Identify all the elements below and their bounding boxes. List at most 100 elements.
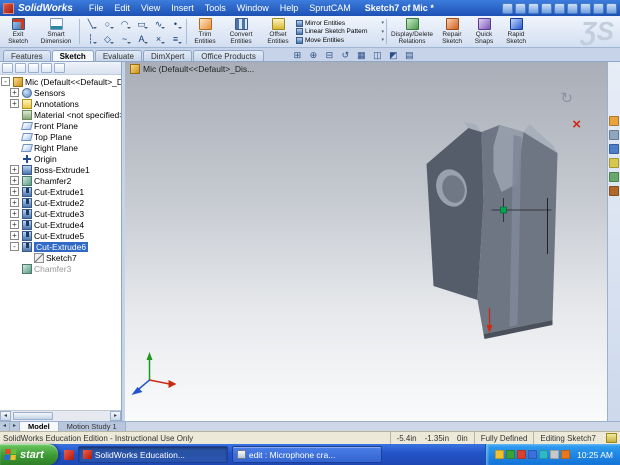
file-explorer-icon[interactable] [609,144,619,154]
tree-item-front-plane[interactable]: Front Plane [0,120,121,131]
tray-icon-5[interactable] [539,450,549,459]
scrollbar-thumb[interactable] [13,412,53,420]
menu-tools[interactable]: Tools [200,2,231,14]
scroll-left-icon[interactable]: ◂ [0,411,11,421]
expander-icon[interactable]: - [10,242,19,251]
expander-icon[interactable]: + [10,209,19,218]
hide-show-items-icon[interactable]: ▤ [403,49,416,61]
tree-item-cut-extrude6[interactable]: - Cut-Extrude6 [0,241,121,252]
trim-entities-button[interactable]: Trim Entities [189,17,221,46]
previous-view-icon[interactable]: ↺ [339,49,352,61]
menu-window[interactable]: Window [232,2,274,14]
convert-entities-button[interactable]: Convert Entities [222,17,260,46]
new-document-icon[interactable] [502,2,513,14]
expander-icon[interactable]: + [10,176,19,185]
print-icon[interactable] [541,2,552,14]
tree-item-sketch7[interactable]: Sketch7 [0,252,121,263]
zoom-area-icon[interactable]: ⊕ [307,49,320,61]
display-manager-tab-icon[interactable] [54,63,65,73]
dimxpert-manager-tab-icon[interactable] [41,63,52,73]
property-manager-tab-icon[interactable] [15,63,26,73]
zoom-fit-icon[interactable]: ⊞ [291,49,304,61]
exit-sketch-button[interactable]: Exit Sketch [2,17,34,46]
menu-file[interactable]: File [84,2,109,14]
display-style-icon[interactable]: ◩ [387,49,400,61]
zoom-out-icon[interactable]: ⊟ [323,49,336,61]
menu-sprutcam[interactable]: SprutCAM [304,2,356,14]
model-scene[interactable] [125,62,607,421]
custom-properties-icon[interactable] [609,186,619,196]
tree-item-boss-extrude1[interactable]: + Boss-Extrude1 [0,164,121,175]
scrollbar-track[interactable] [11,411,110,421]
tray-icon-1[interactable] [495,450,505,459]
open-icon[interactable] [515,2,526,14]
tree-item-origin[interactable]: Origin [0,153,121,164]
tree-item-sensors[interactable]: + Sensors [0,87,121,98]
cancel-sketch-icon[interactable]: × [572,117,581,132]
tab-dimxpert[interactable]: DimXpert [142,50,193,61]
tree-item-cut-extrude2[interactable]: + Cut-Extrude2 [0,197,121,208]
repair-sketch-button[interactable]: Repair Sketch [436,17,468,46]
panel-horizontal-scrollbar[interactable]: ◂ ▸ [0,410,121,421]
quick-launch-icon[interactable] [63,449,74,460]
rapid-sketch-button[interactable]: Rapid Sketch [500,17,532,46]
offset-entities-button[interactable]: Offset Entities [261,17,295,46]
rectangle-tool-icon[interactable]: ▭ [133,17,150,32]
polygon-tool-icon[interactable]: ◇ [99,32,116,47]
tray-icon-6[interactable] [550,450,560,459]
expander-icon[interactable]: + [10,187,19,196]
trim-quick-icon[interactable]: × [150,32,167,47]
tree-item-cut-extrude4[interactable]: + Cut-Extrude4 [0,219,121,230]
tab-motion-study[interactable]: Motion Study 1 [58,422,126,431]
tab-scroll-right-icon[interactable]: ▸ [10,422,20,431]
menu-edit[interactable]: Edit [109,2,135,14]
help-icon[interactable] [606,2,617,14]
tree-item-material[interactable]: Material <not specified> [0,109,121,120]
chevron-down-icon[interactable]: ▾ [381,37,384,43]
rebuild-icon[interactable] [580,2,591,14]
undo-icon[interactable] [554,2,565,14]
circle-tool-icon[interactable]: ○ [99,17,116,32]
ellipse-tool-icon[interactable]: ~ [116,32,133,47]
expander-icon[interactable]: + [10,99,19,108]
expander-icon[interactable]: - [1,77,10,86]
view-orientation-icon[interactable]: ◫ [371,49,384,61]
appearances-icon[interactable] [609,172,619,182]
chevron-down-icon[interactable]: ▾ [381,29,384,35]
tray-icon-4[interactable] [528,450,538,459]
tray-icon-7[interactable] [561,450,571,459]
spline-tool-icon[interactable]: ∿ [150,17,167,32]
graphics-viewport[interactable]: Mic (Default<<Default>_Dis... ↻ × [125,62,607,421]
expander-icon[interactable]: + [10,88,19,97]
expander-icon[interactable]: + [10,165,19,174]
line-tool-icon[interactable]: ╲ [82,17,99,32]
centerline-tool-icon[interactable]: ┆ [82,32,99,47]
menu-insert[interactable]: Insert [166,2,199,14]
section-view-icon[interactable]: ▦ [355,49,368,61]
palette-icon[interactable] [609,158,619,168]
tab-sketch[interactable]: Sketch [51,50,94,61]
smart-dimension-button[interactable]: Smart Dimension [35,17,77,46]
tray-icon-3[interactable] [517,450,527,459]
tree-item-top-plane[interactable]: Top Plane [0,131,121,142]
tree-item-cut-extrude1[interactable]: + Cut-Extrude1 [0,186,121,197]
tab-model[interactable]: Model [20,422,59,431]
expander-icon[interactable]: + [10,220,19,229]
options-icon[interactable] [593,2,604,14]
solidworks-resources-icon[interactable] [609,116,619,126]
taskbar-button-solidworks[interactable]: SolidWorks Education... [77,446,228,463]
tree-item-chamfer2[interactable]: + Chamfer2 [0,175,121,186]
taskbar-button-edit[interactable]: edit : Microphone cra... [231,446,382,463]
display-delete-relations-button[interactable]: Display/Delete Relations [389,17,435,46]
feature-tree-tab-icon[interactable] [2,63,13,73]
tab-evaluate[interactable]: Evaluate [94,50,142,61]
quick-snaps-button[interactable]: Quick Snaps [469,17,499,46]
menu-view[interactable]: View [136,2,165,14]
tree-item-cut-extrude3[interactable]: + Cut-Extrude3 [0,208,121,219]
scroll-right-icon[interactable]: ▸ [110,411,121,421]
text-tool-icon[interactable]: A [133,32,150,47]
chevron-down-icon[interactable]: ▾ [381,20,384,26]
confirm-sketch-icon[interactable]: ↻ [560,91,573,106]
design-library-icon[interactable] [609,130,619,140]
tree-item-root[interactable]: - Mic (Default<<Default>_Display St [0,76,121,87]
